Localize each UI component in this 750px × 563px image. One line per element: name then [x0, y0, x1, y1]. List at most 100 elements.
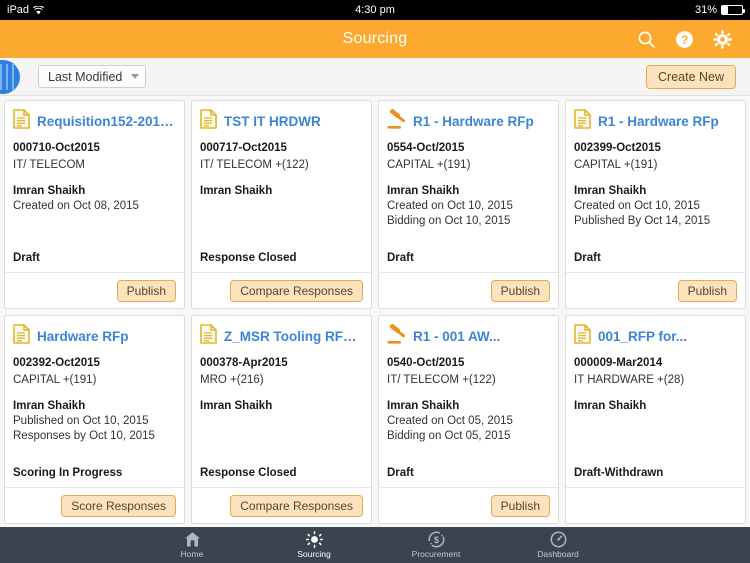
tab-sourcing[interactable]: Sourcing [276, 531, 352, 559]
card-body: 000009-Mar2014 IT HARDWARE +(28) Imran Sha… [566, 353, 745, 487]
filter-toolbar: Last Modified Create New [0, 58, 750, 96]
card-title[interactable]: R1 - 001 AW... [413, 329, 500, 344]
card-title[interactable]: Hardware RFp [37, 329, 129, 344]
card-action-label: Publish [126, 283, 166, 298]
card-action-label: Compare Responses [240, 283, 353, 298]
card-status: Draft [13, 252, 40, 264]
svg-text:$: $ [433, 535, 438, 545]
sourcing-card[interactable]: R1 - Hardware RFp 002399-Oct2015 CAPITAL +… [565, 100, 746, 309]
document-icon [574, 109, 591, 134]
card-header: 001_RFP for... [566, 316, 745, 353]
svg-text:?: ? [681, 33, 688, 47]
sourcing-card[interactable]: TST IT HRDWR 000717-Oct2015 IT/ TELECOM +(… [191, 100, 372, 309]
sourcing-card[interactable]: Hardware RFp 002392-Oct2015 CAPITAL +(191)… [4, 315, 185, 524]
search-icon[interactable] [637, 30, 656, 49]
card-action-label: Compare Responses [240, 498, 353, 513]
card-title[interactable]: Z_MSR Tooling RFP_D [224, 329, 363, 344]
card-action-button[interactable]: Publish [490, 279, 550, 302]
bottom-tab-bar: Home Sourcing $ Procurement Dashboard [0, 527, 750, 563]
sort-dropdown[interactable]: Last Modified [38, 65, 147, 88]
card-header: Z_MSR Tooling RFP_D [192, 316, 371, 353]
sort-dropdown-value: Last Modified [48, 69, 123, 84]
status-bar: iPad 4:30 pm 31% [0, 0, 750, 20]
tab-label: Sourcing [297, 549, 331, 559]
tab-home[interactable]: Home [154, 531, 230, 559]
card-footer: Score Responses [5, 487, 184, 523]
card-owner: Imran Shaikh [13, 185, 86, 197]
card-footer: Publish [379, 272, 558, 308]
card-category: CAPITAL +(191) [13, 374, 97, 386]
sourcing-card[interactable]: 001_RFP for... 000009-Mar2014 IT HARDWARE … [565, 315, 746, 524]
card-owner: Imran Shaikh [574, 185, 647, 197]
battery-icon [721, 5, 745, 15]
card-action-button[interactable]: Compare Responses [230, 494, 363, 517]
tab-label: Procurement [411, 549, 461, 559]
card-footer: Publish [5, 272, 184, 308]
status-bar-right: 31% [694, 4, 745, 16]
chevron-down-icon [131, 74, 140, 79]
card-meta-line: Published By Oct 14, 2015 [574, 215, 711, 227]
card-title[interactable]: TST IT HRDWR [224, 114, 321, 129]
card-action-button[interactable]: Score Responses [61, 494, 176, 517]
card-category: CAPITAL +(191) [387, 159, 471, 171]
card-code: 0540-Oct/2015 [387, 357, 465, 369]
tab-label: Home [180, 549, 204, 559]
card-meta-line: Bidding on Oct 05, 2015 [387, 430, 511, 442]
battery-percent-label: 31% [694, 4, 717, 16]
auction-gavel-icon [387, 323, 406, 349]
card-action-button[interactable]: Publish [677, 279, 737, 302]
card-action-label: Publish [687, 283, 727, 298]
card-meta-line: Created on Oct 10, 2015 [574, 200, 700, 212]
card-body: 0540-Oct/2015 IT/ TELECOM +(122) Imran Sha… [379, 353, 558, 487]
tab-label: Dashboard [537, 549, 579, 559]
card-code: 002392-Oct2015 [13, 357, 100, 369]
card-title[interactable]: 001_RFP for... [598, 329, 687, 344]
sourcing-card[interactable]: R1 - 001 AW... 0540-Oct/2015 IT/ TELECOM +… [378, 315, 559, 524]
settings-gear-icon[interactable] [713, 29, 732, 49]
tab-procurement[interactable]: $ Procurement [398, 531, 474, 559]
app-navbar: Sourcing ? [0, 20, 750, 58]
card-meta-line: Published on Oct 10, 2015 [13, 415, 149, 427]
document-icon [13, 109, 30, 134]
document-icon [13, 324, 30, 349]
ipad-sourcing-screen: iPad 4:30 pm 31% Sourcing ? Last Modifie… [0, 0, 750, 563]
sourcing-card-grid[interactable]: Requisition152-2015... 000710-Oct2015 IT/ … [0, 96, 750, 527]
sourcing-card[interactable]: Requisition152-2015... 000710-Oct2015 IT/ … [4, 100, 185, 309]
card-footer: Compare Responses [192, 487, 371, 523]
card-meta-line: Bidding on Oct 10, 2015 [387, 215, 511, 227]
card-action-button[interactable]: Publish [490, 494, 550, 517]
tab-dashboard[interactable]: Dashboard [520, 531, 596, 559]
card-footer: Publish [566, 272, 745, 308]
card-code: 000717-Oct2015 [200, 142, 287, 154]
card-body: 0554-Oct/2015 CAPITAL +(191) Imran Shaikh C… [379, 138, 558, 272]
card-action-button[interactable]: Publish [116, 279, 176, 302]
card-footer: Publish [379, 487, 558, 523]
card-title[interactable]: R1 - Hardware RFp [413, 114, 534, 129]
document-icon [574, 324, 591, 349]
card-owner: Imran Shaikh [387, 400, 460, 412]
help-icon[interactable]: ? [675, 30, 694, 49]
card-action-button[interactable]: Compare Responses [230, 279, 363, 302]
card-title[interactable]: Requisition152-2015... [37, 114, 176, 129]
sourcing-burst-icon [305, 531, 323, 548]
card-category: IT HARDWARE +(28) [574, 374, 685, 386]
card-owner: Imran Shaikh [13, 400, 86, 412]
card-code: 002399-Oct2015 [574, 142, 661, 154]
filter-badge-icon[interactable] [0, 60, 20, 94]
procurement-refresh-dollar-icon: $ [428, 531, 445, 548]
sourcing-card[interactable]: Z_MSR Tooling RFP_D 000378-Apr2015 MRO +(2… [191, 315, 372, 524]
card-owner: Imran Shaikh [574, 400, 647, 412]
card-owner: Imran Shaikh [200, 400, 273, 412]
card-code: 000009-Mar2014 [574, 357, 663, 369]
card-category: CAPITAL +(191) [574, 159, 658, 171]
card-title[interactable]: R1 - Hardware RFp [598, 114, 719, 129]
card-meta-line: Responses by Oct 10, 2015 [13, 430, 155, 442]
card-category: IT/ TELECOM +(122) [200, 159, 309, 171]
sourcing-card[interactable]: R1 - Hardware RFp 0554-Oct/2015 CAPITAL +(… [378, 100, 559, 309]
card-footer: Compare Responses [192, 272, 371, 308]
create-new-button[interactable]: Create New [646, 64, 736, 89]
card-body: 002399-Oct2015 CAPITAL +(191) Imran Shaikh… [566, 138, 745, 272]
card-category: MRO +(216) [200, 374, 264, 386]
status-bar-left: iPad [7, 4, 45, 16]
card-body: 000710-Oct2015 IT/ TELECOM Imran Shaikh Cre… [5, 138, 184, 272]
